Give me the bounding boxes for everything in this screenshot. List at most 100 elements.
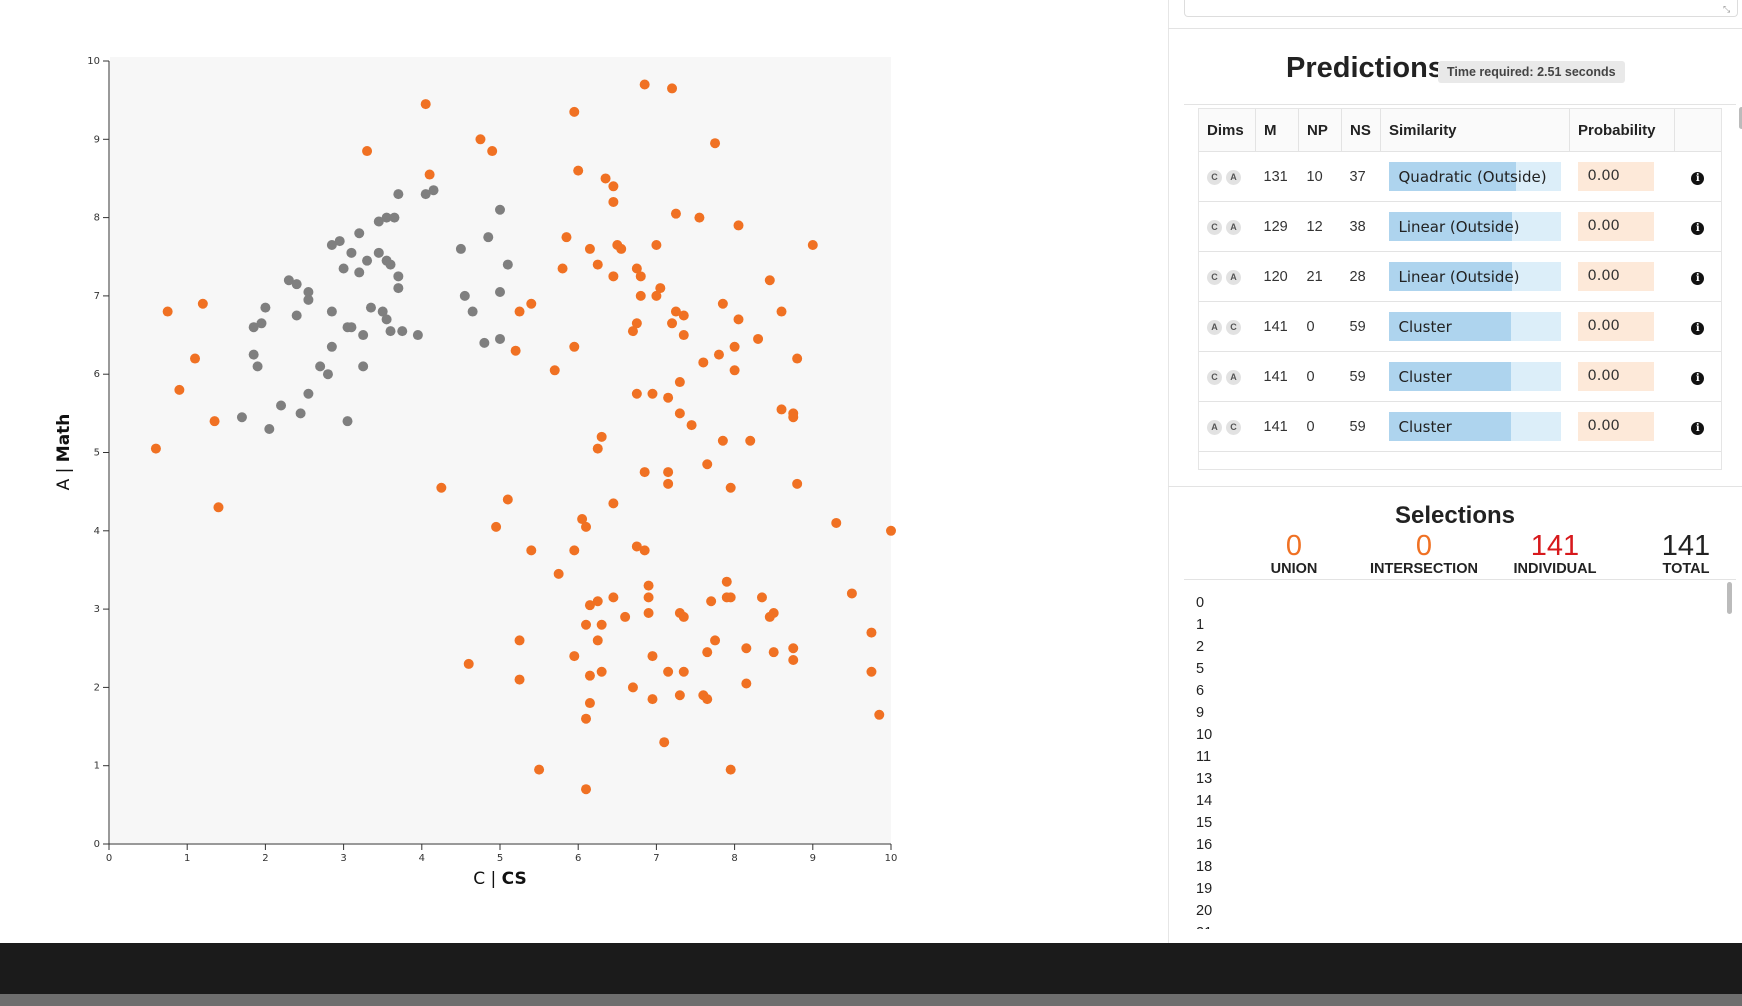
text-area-fragment[interactable]: ⤡	[1184, 0, 1738, 17]
list-item[interactable]: 6	[1196, 680, 1716, 702]
orange-data-point[interactable]	[174, 384, 185, 395]
gray-data-point[interactable]	[260, 302, 271, 313]
info-icon[interactable]: i	[1691, 221, 1705, 235]
gray-data-point[interactable]	[385, 259, 396, 270]
gray-data-point[interactable]	[397, 326, 408, 337]
info-icon[interactable]: i	[1691, 171, 1705, 185]
list-item[interactable]: 19	[1196, 878, 1716, 900]
orange-data-point[interactable]	[581, 521, 592, 532]
orange-data-point[interactable]	[627, 326, 638, 337]
orange-data-point[interactable]	[639, 467, 650, 478]
dim-chip[interactable]: A	[1226, 220, 1241, 235]
orange-data-point[interactable]	[710, 138, 721, 149]
orange-data-point[interactable]	[639, 79, 650, 90]
gray-data-point[interactable]	[338, 263, 349, 274]
orange-data-point[interactable]	[792, 353, 803, 364]
orange-data-point[interactable]	[846, 588, 857, 599]
dim-chip[interactable]: A	[1226, 170, 1241, 185]
orange-data-point[interactable]	[581, 713, 592, 724]
orange-data-point[interactable]	[788, 412, 799, 423]
info-icon[interactable]: i	[1691, 321, 1705, 335]
orange-data-point[interactable]	[643, 580, 654, 591]
orange-data-point[interactable]	[557, 263, 568, 274]
orange-data-point[interactable]	[764, 275, 775, 286]
gray-data-point[interactable]	[326, 306, 337, 317]
gray-data-point[interactable]	[502, 259, 513, 270]
gray-data-point[interactable]	[342, 322, 353, 333]
gray-data-point[interactable]	[346, 247, 357, 258]
orange-data-point[interactable]	[678, 330, 689, 341]
orange-data-point[interactable]	[702, 694, 713, 705]
list-item[interactable]: 2	[1196, 636, 1716, 658]
gray-data-point[interactable]	[236, 412, 247, 423]
orange-data-point[interactable]	[514, 674, 525, 685]
list-item[interactable]: 0	[1196, 592, 1716, 614]
orange-data-point[interactable]	[717, 435, 728, 446]
scatter-plot-area[interactable]: 0 1 2 3 4 5 6 7 8 9 10 0 1 2 3 4 5 6 7 8 9 10 C | CS A | Math	[0, 0, 1166, 943]
info-icon[interactable]: i	[1691, 271, 1705, 285]
orange-data-point[interactable]	[526, 298, 537, 309]
orange-data-point[interactable]	[756, 592, 767, 603]
orange-data-point[interactable]	[502, 494, 513, 505]
gray-data-point[interactable]	[381, 314, 392, 325]
orange-data-point[interactable]	[561, 232, 572, 243]
orange-data-point[interactable]	[362, 146, 373, 157]
orange-data-point[interactable]	[639, 545, 650, 556]
selection-list[interactable]: 01256910111314151618192021	[1196, 592, 1716, 929]
gray-data-point[interactable]	[248, 322, 259, 333]
gray-data-point[interactable]	[326, 240, 337, 251]
dim-chip[interactable]: A	[1207, 420, 1222, 435]
orange-data-point[interactable]	[788, 643, 799, 654]
gray-data-point[interactable]	[354, 228, 365, 239]
orange-data-point[interactable]	[807, 240, 818, 251]
prediction-row[interactable]: C A 141 0 59 Cluster 0.00 i	[1199, 351, 1721, 402]
orange-data-point[interactable]	[596, 666, 607, 677]
orange-data-point[interactable]	[190, 353, 201, 364]
gray-data-point[interactable]	[295, 408, 306, 419]
orange-data-point[interactable]	[768, 647, 779, 658]
gray-data-point[interactable]	[322, 369, 333, 380]
list-item[interactable]: 10	[1196, 724, 1716, 746]
orange-data-point[interactable]	[678, 611, 689, 622]
orange-data-point[interactable]	[581, 619, 592, 630]
orange-data-point[interactable]	[608, 271, 619, 282]
orange-data-point[interactable]	[717, 298, 728, 309]
orange-data-point[interactable]	[674, 408, 685, 419]
orange-data-point[interactable]	[788, 654, 799, 665]
dim-chip[interactable]: C	[1207, 220, 1222, 235]
gray-data-point[interactable]	[303, 294, 314, 305]
orange-data-point[interactable]	[667, 318, 678, 329]
orange-data-point[interactable]	[674, 690, 685, 701]
orange-data-point[interactable]	[706, 596, 717, 607]
orange-data-point[interactable]	[702, 459, 713, 470]
col-header-probability[interactable]: Probability	[1569, 109, 1675, 152]
gray-data-point[interactable]	[393, 189, 404, 200]
orange-data-point[interactable]	[733, 220, 744, 231]
orange-data-point[interactable]	[600, 173, 611, 184]
list-item[interactable]: 5	[1196, 658, 1716, 680]
orange-data-point[interactable]	[584, 600, 595, 611]
orange-data-point[interactable]	[197, 298, 208, 309]
list-item[interactable]: 15	[1196, 812, 1716, 834]
gray-data-point[interactable]	[365, 302, 376, 313]
orange-data-point[interactable]	[667, 83, 678, 94]
orange-data-point[interactable]	[721, 592, 732, 603]
resize-grip-icon[interactable]: ⤡	[1723, 6, 1731, 15]
orange-data-point[interactable]	[213, 502, 224, 513]
gray-data-point[interactable]	[291, 279, 302, 290]
orange-data-point[interactable]	[592, 259, 603, 270]
orange-data-point[interactable]	[741, 678, 752, 689]
orange-data-point[interactable]	[581, 784, 592, 795]
gray-data-point[interactable]	[354, 267, 365, 278]
list-item[interactable]: 21	[1196, 922, 1716, 929]
prediction-row[interactable]: C A 120 21 28 Linear (Outside) 0.00 i	[1199, 251, 1721, 302]
orange-data-point[interactable]	[651, 240, 662, 251]
dim-chip[interactable]: C	[1207, 170, 1222, 185]
list-item[interactable]: 11	[1196, 746, 1716, 768]
orange-data-point[interactable]	[792, 478, 803, 489]
list-item[interactable]: 1	[1196, 614, 1716, 636]
gray-data-point[interactable]	[455, 243, 466, 254]
orange-data-point[interactable]	[663, 392, 674, 403]
gray-data-point[interactable]	[479, 337, 490, 348]
gray-data-point[interactable]	[248, 349, 259, 360]
